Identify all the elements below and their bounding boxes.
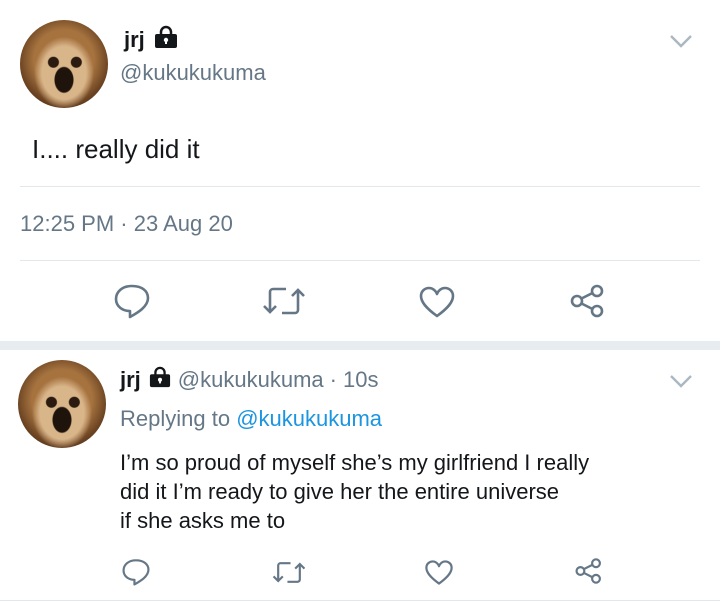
lock-icon xyxy=(148,366,172,394)
section-divider xyxy=(0,341,720,350)
reply-header: jrj @kukukukuma · 10s xyxy=(120,366,378,394)
divider xyxy=(20,260,700,261)
reply-text-line: did it I’m ready to give her the entire … xyxy=(120,479,560,504)
replying-to-handle[interactable]: @kukukukuma xyxy=(236,406,382,431)
author-handle[interactable]: @kukukukuma xyxy=(120,60,266,86)
reply-text: I’m so proud of myself she’s my girlfrie… xyxy=(120,448,589,535)
avatar[interactable] xyxy=(18,360,106,448)
author-name-row: jrj xyxy=(124,25,179,54)
replying-to-label: Replying to xyxy=(120,406,231,431)
avatar[interactable] xyxy=(20,20,108,108)
retweet-icon[interactable] xyxy=(262,285,306,317)
reply-time[interactable]: 10s xyxy=(343,367,378,393)
reply-separator: · xyxy=(329,367,337,392)
divider xyxy=(20,186,700,187)
divider xyxy=(0,600,720,601)
like-icon[interactable] xyxy=(418,285,456,319)
reply-author-name[interactable]: jrj xyxy=(120,367,141,393)
chevron-down-icon[interactable] xyxy=(668,373,694,394)
replying-to: Replying to @kukukukuma xyxy=(120,406,382,432)
chevron-down-icon[interactable] xyxy=(668,33,694,54)
reply-author-handle[interactable]: @kukukukuma xyxy=(178,367,324,393)
retweet-icon[interactable] xyxy=(272,560,306,585)
tweet-text: I.... really did it xyxy=(32,134,200,164)
author-name[interactable]: jrj xyxy=(124,27,145,53)
reply-text-line: if she asks me to xyxy=(120,508,286,533)
reply-text-line: I’m so proud of myself she’s my girlfrie… xyxy=(120,450,590,475)
tweet-timestamp[interactable]: 12:25 PM · 23 Aug 20 xyxy=(20,211,233,237)
share-icon[interactable] xyxy=(574,557,604,585)
share-icon[interactable] xyxy=(569,283,607,319)
like-icon[interactable] xyxy=(424,559,454,586)
lock-icon xyxy=(153,25,179,54)
reply-icon[interactable] xyxy=(113,283,151,319)
reply-icon[interactable] xyxy=(121,558,151,586)
